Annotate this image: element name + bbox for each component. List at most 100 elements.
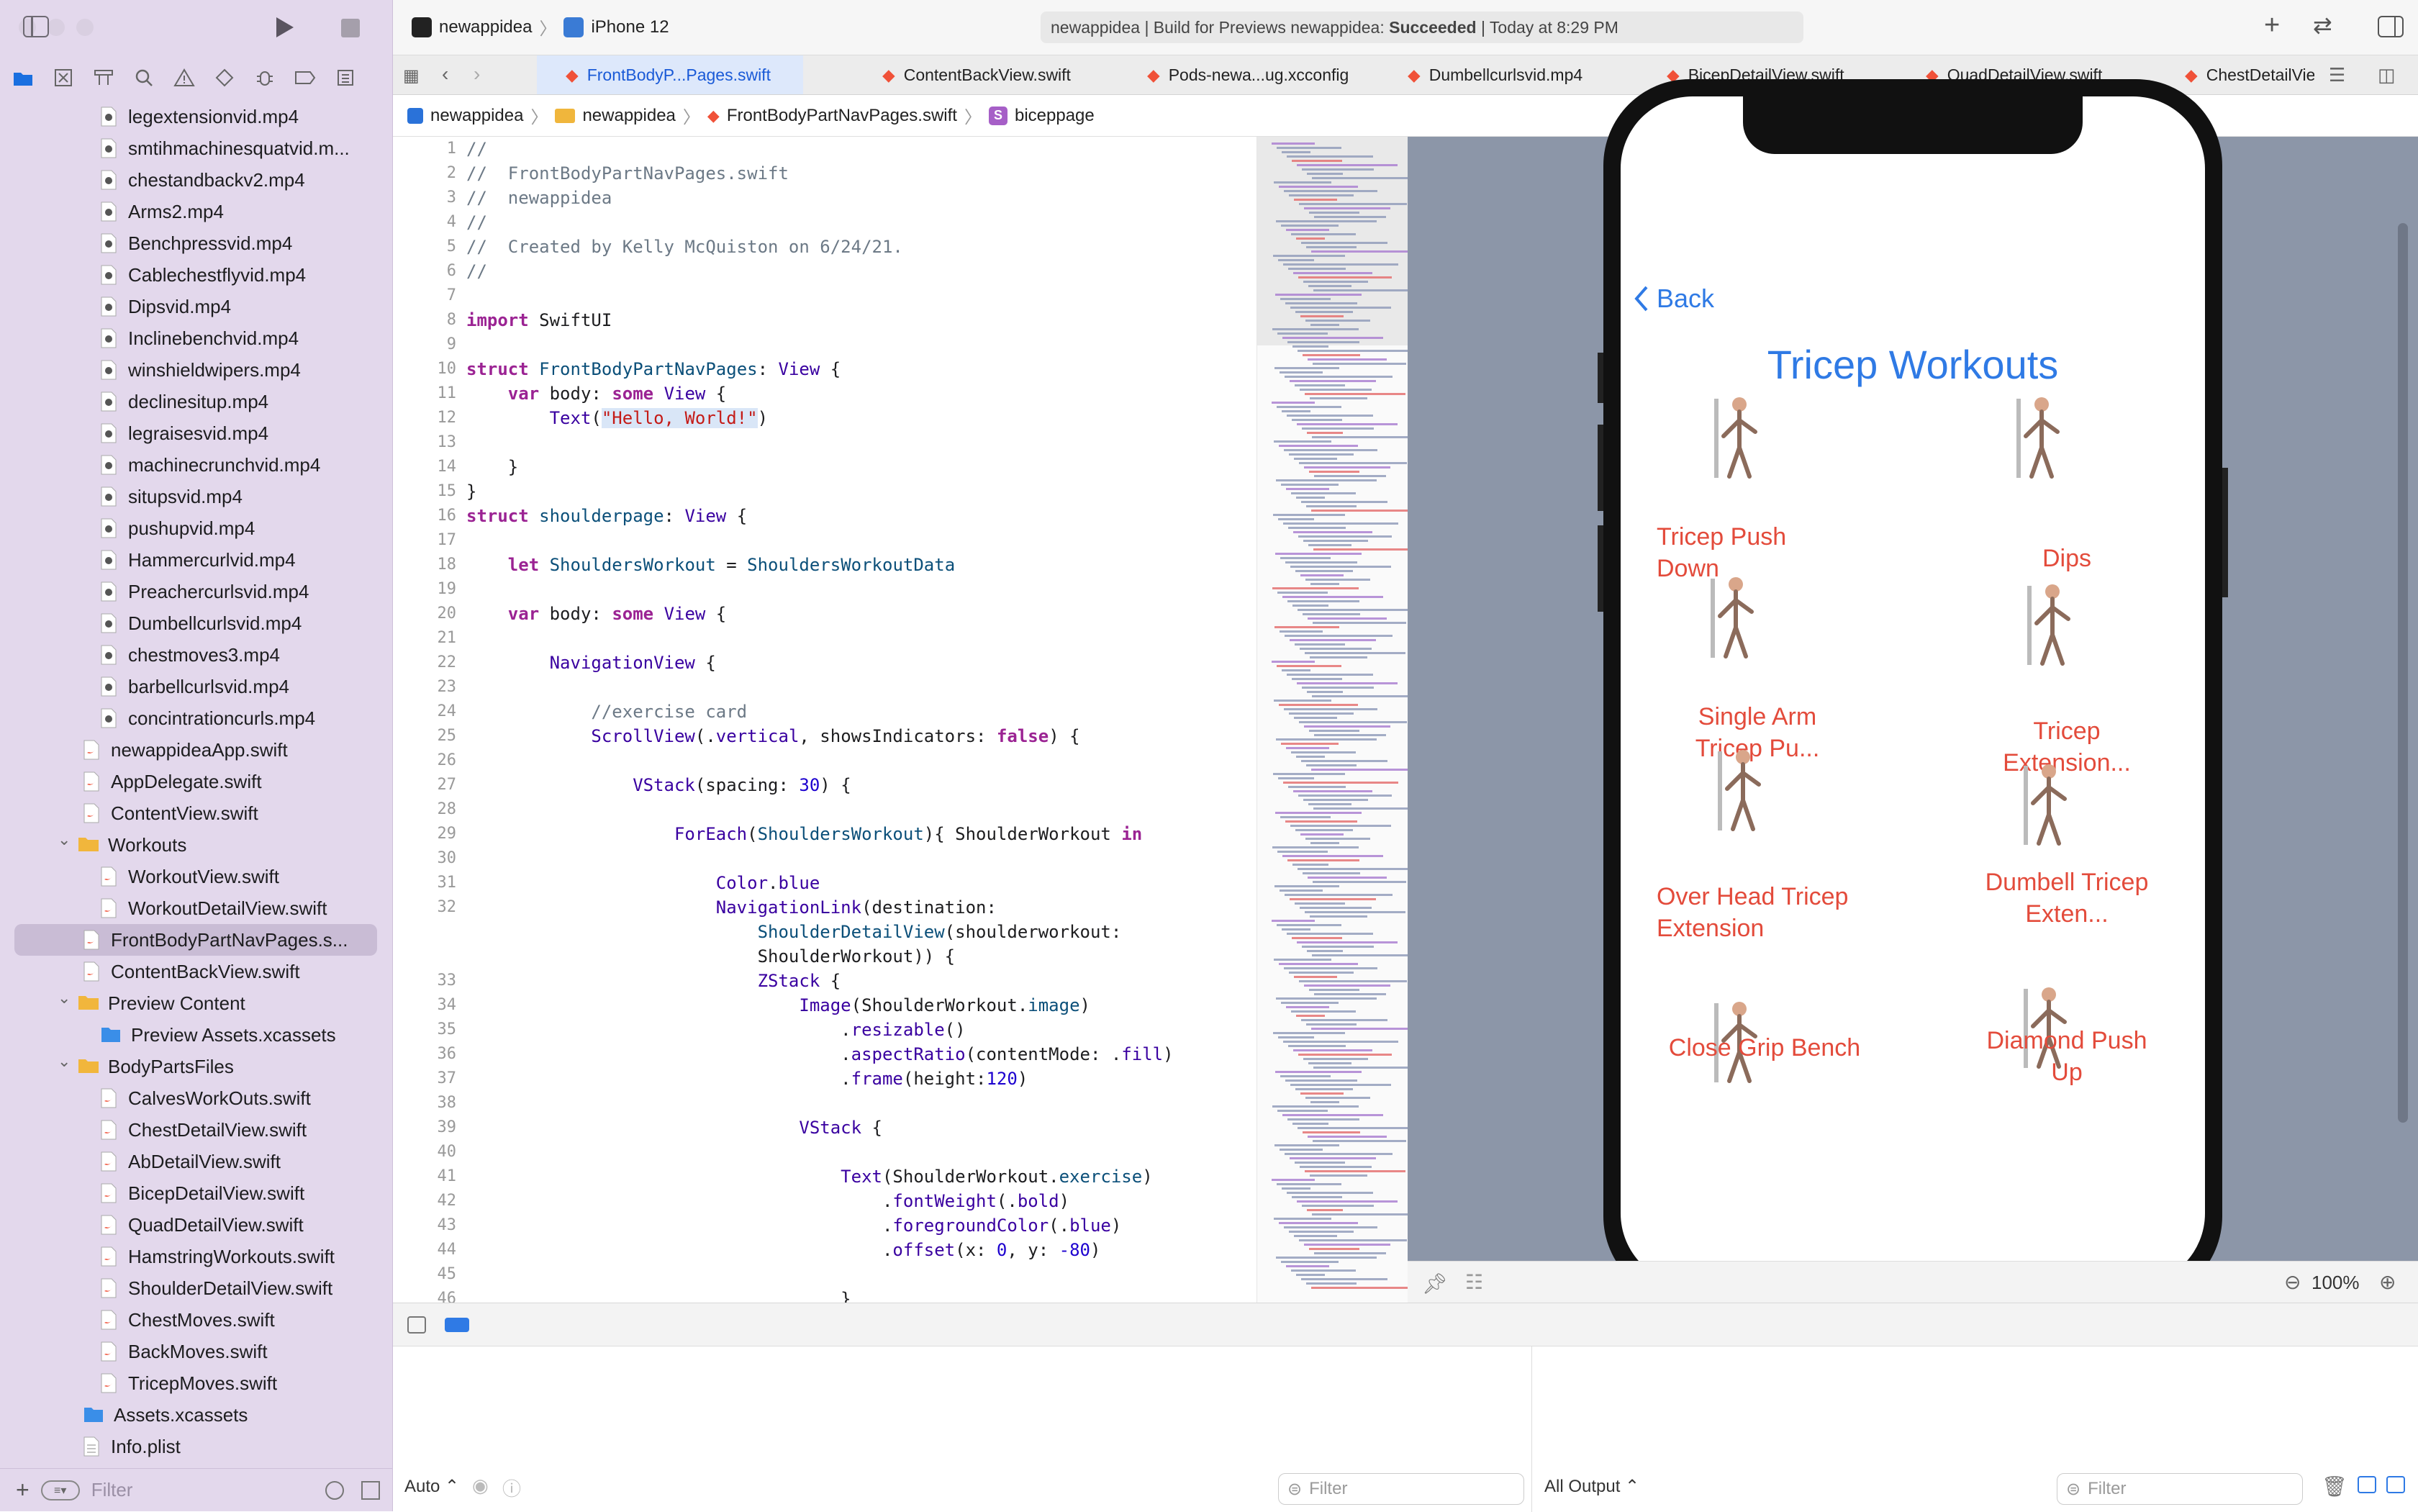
trash-icon[interactable]: 🗑︎: [2322, 1475, 2347, 1498]
file-item[interactable]: smtihmachinesquatvid.m...: [0, 132, 393, 164]
filter-options-icon[interactable]: ≡▾: [40, 1480, 80, 1500]
output-select[interactable]: All Output ⌃: [1544, 1476, 1639, 1497]
file-item[interactable]: Preview Assets.xcassets: [0, 1019, 393, 1051]
canvas-scrollbar[interactable]: [2398, 223, 2408, 1123]
file-item[interactable]: Preachercurlsvid.mp4: [0, 576, 393, 607]
file-item[interactable]: legraisesvid.mp4: [0, 417, 393, 449]
folder-group[interactable]: ⌄ Preview Content: [0, 987, 393, 1019]
console-filter[interactable]: ⊜ Filter: [2057, 1473, 2303, 1505]
nav-back-button[interactable]: Back: [1634, 284, 1714, 314]
info-icon[interactable]: ⓘ: [502, 1475, 521, 1501]
zoom-out-icon[interactable]: ⊖: [2284, 1270, 2301, 1294]
file-item[interactable]: TricepMoves.swift: [0, 1367, 393, 1399]
code-minimap[interactable]: [1256, 137, 1427, 1303]
file-item[interactable]: BicepDetailView.swift: [0, 1177, 393, 1209]
jump-symbol[interactable]: biceppage: [1015, 106, 1095, 126]
code-review-icon[interactable]: ⇄: [2313, 12, 2332, 39]
file-item[interactable]: Dumbellcurlsvid.mp4: [0, 607, 393, 639]
workout-label[interactable]: Diamond Push Up: [1980, 1025, 2153, 1088]
file-item[interactable]: concintrationcurls.mp4: [0, 702, 393, 734]
inspector-toggle-icon[interactable]: [2378, 16, 2404, 37]
file-item[interactable]: Cablechestflyvid.mp4: [0, 259, 393, 291]
console-only-icon[interactable]: [2386, 1476, 2405, 1493]
workout-image[interactable]: [2020, 579, 2085, 676]
variants-icon[interactable]: ☷: [1465, 1270, 1483, 1294]
workout-image[interactable]: [2009, 391, 2074, 489]
file-item[interactable]: Hammercurlvid.mp4: [0, 544, 393, 576]
jump-project[interactable]: newappidea: [430, 106, 523, 126]
back-nav-icon[interactable]: ‹: [442, 63, 448, 86]
file-item[interactable]: WorkoutDetailView.swift: [0, 892, 393, 924]
jump-group[interactable]: newappidea: [582, 106, 675, 126]
source-editor[interactable]: 1 2 3 4 5 6 7 8 9 10 11 12 13 14 15 16 17 18 19 20 21 22 23 24 2…: [393, 137, 1256, 1303]
file-item[interactable]: chestandbackv2.mp4: [0, 164, 393, 196]
workout-label[interactable]: Close Grip Bench: [1657, 1032, 1873, 1064]
workout-image[interactable]: [1707, 391, 1772, 489]
file-item[interactable]: declinesitup.mp4: [0, 386, 393, 417]
debug-navigator-icon[interactable]: [252, 65, 278, 91]
test-navigator-icon[interactable]: [212, 65, 237, 91]
file-item[interactable]: newappideaApp.swift: [0, 734, 393, 766]
file-item[interactable]: Info.plist: [0, 1431, 393, 1462]
file-item[interactable]: ChestDetailView.swift: [0, 1114, 393, 1146]
file-item[interactable]: situpsvid.mp4: [0, 481, 393, 512]
tab-overview-icon[interactable]: ▦: [403, 65, 420, 86]
navigator-filter-input[interactable]: Filter: [91, 1479, 314, 1501]
zoom-in-icon[interactable]: ⊕: [2379, 1270, 2396, 1294]
source-control-icon[interactable]: [50, 65, 76, 91]
file-item[interactable]: Dipsvid.mp4: [0, 291, 393, 322]
file-item[interactable]: Benchpressvid.mp4: [0, 227, 393, 259]
workout-image[interactable]: [1703, 571, 1768, 669]
file-item[interactable]: winshieldwipers.mp4: [0, 354, 393, 386]
project-navigator-icon[interactable]: [10, 65, 36, 91]
add-icon[interactable]: +: [16, 1477, 30, 1503]
file-item[interactable]: pushupvid.mp4: [0, 512, 393, 544]
run-button[interactable]: [273, 16, 295, 42]
add-editor-icon[interactable]: ◫: [2378, 64, 2396, 86]
scheme-selector[interactable]: newappidea 〉 iPhone 12: [412, 14, 669, 40]
editor-options-icon[interactable]: ☰: [2329, 64, 2345, 86]
workout-label[interactable]: Over Head Tricep Extension: [1657, 881, 1873, 944]
file-item[interactable]: Arms2.mp4: [0, 196, 393, 227]
disclosure-chevron-icon[interactable]: ⌄: [58, 989, 72, 1008]
variables-filter[interactable]: ⊜ Filter: [1278, 1473, 1524, 1505]
file-item[interactable]: legextensionvid.mp4: [0, 101, 393, 132]
file-item[interactable]: CalvesWorkOuts.swift: [0, 1082, 393, 1114]
workout-label[interactable]: Dips: [1980, 543, 2153, 574]
disclosure-chevron-icon[interactable]: ⌄: [58, 1052, 72, 1071]
tab-1[interactable]: ◆ ContentBackView.swift: [853, 55, 1120, 94]
file-item[interactable]: chestmoves3.mp4: [0, 639, 393, 671]
file-item[interactable]: Assets.xcassets: [0, 1399, 393, 1431]
folder-group[interactable]: ⌄ Workouts: [0, 829, 393, 861]
variables-mode-select[interactable]: Auto ⌃: [404, 1476, 459, 1497]
file-item[interactable]: Inclinebenchvid.mp4: [0, 322, 393, 354]
recent-files-icon[interactable]: [325, 1480, 344, 1500]
tab-6[interactable]: ◆ ChestDetailView.swift: [2156, 55, 2314, 94]
sidebar-toggle-icon[interactable]: [23, 16, 49, 37]
forward-nav-icon[interactable]: ›: [474, 63, 480, 86]
file-item[interactable]: HamstringWorkouts.swift: [0, 1241, 393, 1272]
scm-filter-icon[interactable]: [361, 1480, 380, 1500]
tab-0[interactable]: ◆ FrontBodyP...Pages.swift: [537, 55, 803, 94]
library-add-icon[interactable]: +: [2264, 10, 2280, 41]
report-navigator-icon[interactable]: [332, 65, 358, 91]
file-item[interactable]: WorkoutView.swift: [0, 861, 393, 892]
pin-icon[interactable]: 📌︎: [1422, 1272, 1448, 1295]
file-item[interactable]: machinecrunchvid.mp4: [0, 449, 393, 481]
tab-3[interactable]: ◆ Dumbellcurlsvid.mp4: [1379, 55, 1645, 94]
stop-button[interactable]: [341, 19, 360, 37]
disclosure-chevron-icon[interactable]: ⌄: [58, 830, 72, 849]
split-view-icon[interactable]: [2358, 1476, 2376, 1493]
jump-file[interactable]: FrontBodyPartNavPages.swift: [727, 106, 957, 126]
hide-debug-icon[interactable]: [407, 1316, 426, 1334]
file-item[interactable]: ContentBackView.swift: [0, 956, 393, 987]
file-item[interactable]: BackMoves.swift: [0, 1336, 393, 1367]
find-navigator-icon[interactable]: [131, 65, 157, 91]
file-item[interactable]: barbellcurlsvid.mp4: [0, 671, 393, 702]
folder-group[interactable]: ⌄ BodyPartsFiles: [0, 1051, 393, 1082]
file-item[interactable]: AbDetailView.swift: [0, 1146, 393, 1177]
code-text[interactable]: // // FrontBodyPartNavPages.swift // new…: [466, 137, 1244, 1303]
workout-label[interactable]: Dumbell Tricep Exten...: [1980, 866, 2153, 930]
symbol-navigator-icon[interactable]: [91, 65, 117, 91]
file-item[interactable]: AppDelegate.swift: [0, 766, 393, 797]
